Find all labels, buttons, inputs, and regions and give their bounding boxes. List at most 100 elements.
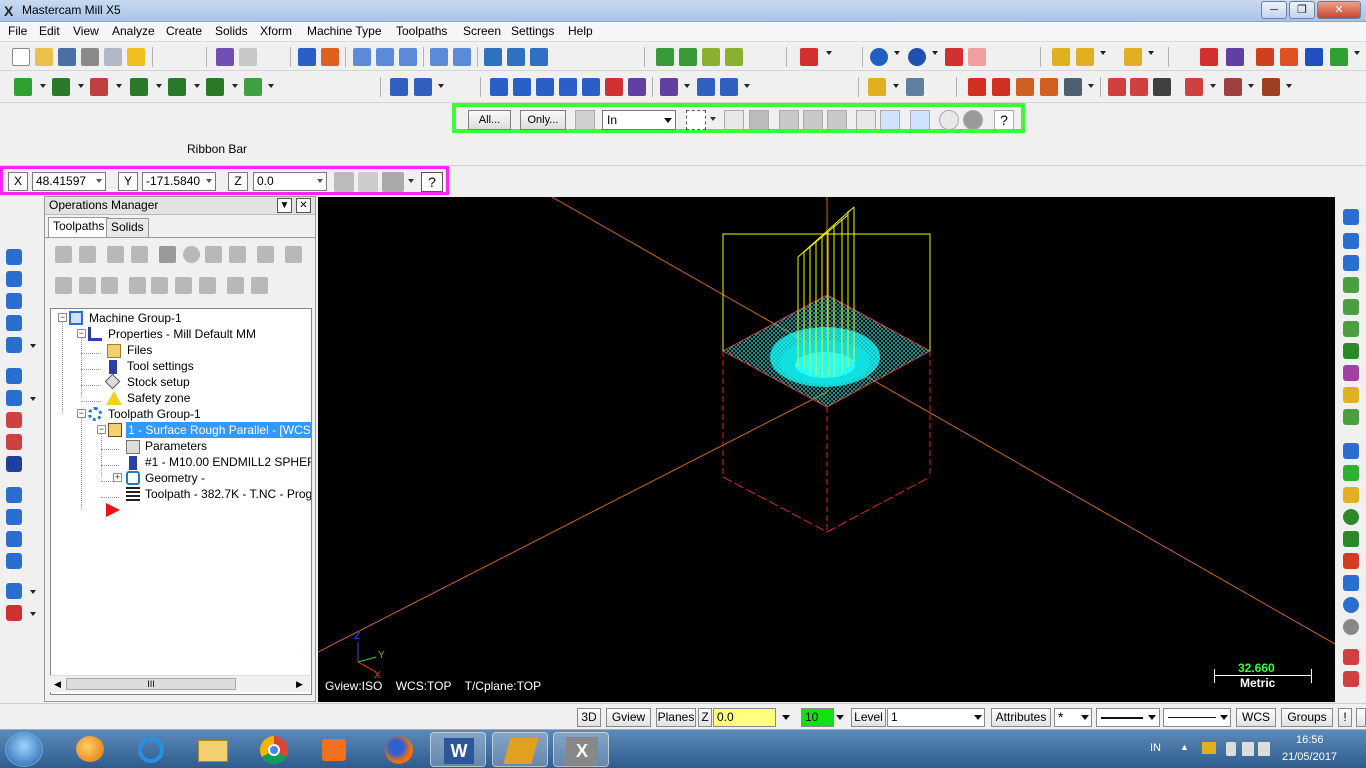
chevron-down-icon[interactable] [40, 84, 46, 88]
menu-machine-type[interactable]: Machine Type [305, 24, 384, 38]
selection-mode-select[interactable]: In [602, 110, 676, 130]
align-icon[interactable] [6, 553, 22, 569]
chevron-down-icon[interactable] [30, 590, 36, 594]
toggle-posting-icon[interactable] [101, 277, 118, 294]
print-preview-icon[interactable] [104, 48, 122, 66]
measure-icon[interactable] [1124, 48, 1142, 66]
face-icon[interactable] [1064, 78, 1082, 96]
sphere-icon[interactable] [908, 48, 926, 66]
fit-icon[interactable] [298, 48, 316, 66]
chevron-down-icon[interactable] [1354, 51, 1360, 55]
new-file-icon[interactable] [12, 48, 30, 66]
chevron-down-icon[interactable] [893, 84, 899, 88]
verify-icon[interactable] [1130, 78, 1148, 96]
move-down-ops-icon[interactable] [129, 277, 146, 294]
menu-view[interactable]: View [71, 24, 101, 38]
toggle-display-icon[interactable] [79, 277, 96, 294]
zoom-selected-icon[interactable] [453, 48, 471, 66]
menu-settings[interactable]: Settings [509, 24, 556, 38]
layout-icon[interactable] [6, 487, 22, 503]
simulation-icon[interactable] [1224, 78, 1242, 96]
lock-icon[interactable] [55, 277, 72, 294]
chain-select-icon[interactable] [1343, 443, 1359, 459]
tree-tool[interactable]: #1 - M10.00 ENDMILL2 SPHERE - [145, 454, 311, 470]
edge-select-icon[interactable] [779, 110, 799, 130]
delete-ops-icon[interactable] [257, 246, 274, 263]
body-select-icon[interactable] [827, 110, 847, 130]
select-only-button[interactable]: Only... [520, 110, 566, 130]
blank-icon[interactable] [530, 48, 548, 66]
clear-icon[interactable] [127, 48, 145, 66]
level-button[interactable]: Level [851, 708, 886, 727]
z-coordinate-label[interactable]: Z [228, 172, 248, 191]
clock-date[interactable]: 21/05/2017 [1282, 751, 1337, 763]
x-coordinate-label[interactable]: X [8, 172, 28, 191]
grid-solid-icon[interactable] [6, 509, 22, 525]
solid-select-icon[interactable] [749, 110, 769, 130]
firefox-icon[interactable] [370, 732, 426, 767]
undo-icon[interactable] [216, 48, 234, 66]
chevron-down-icon[interactable] [684, 84, 690, 88]
cplane-icon[interactable] [800, 48, 818, 66]
select-all-button[interactable]: All... [468, 110, 511, 130]
post-icon[interactable] [1185, 78, 1203, 96]
surface-tool-icon[interactable] [1343, 575, 1359, 591]
rectangle-tool-icon[interactable] [1343, 553, 1359, 569]
open-file-icon[interactable] [35, 48, 53, 66]
xform-3d-icon[interactable] [513, 78, 531, 96]
collapse-toggle[interactable]: − [77, 329, 86, 338]
language-indicator[interactable]: IN [1150, 742, 1161, 754]
menu-help[interactable]: Help [566, 24, 595, 38]
menu-analyze[interactable]: Analyze [110, 24, 157, 38]
collapse-toggle[interactable]: − [58, 313, 67, 322]
mastercam-taskbar-icon[interactable]: X [553, 732, 609, 767]
arc-icon[interactable] [90, 78, 108, 96]
chevron-down-icon[interactable] [1148, 715, 1156, 720]
xform-roll-icon[interactable] [660, 78, 678, 96]
view-cube-1-icon[interactable] [656, 48, 674, 66]
save-icon[interactable] [58, 48, 76, 66]
chevron-down-icon[interactable] [826, 51, 832, 55]
verify-selection-icon[interactable] [724, 110, 744, 130]
word-icon[interactable]: W [430, 732, 486, 767]
fillet-icon[interactable] [168, 78, 186, 96]
attributes-button[interactable]: Attributes [991, 708, 1051, 727]
xform-offset-icon[interactable] [605, 78, 623, 96]
attribute-tool-icon[interactable] [1343, 671, 1359, 687]
face-select-icon[interactable] [803, 110, 823, 130]
scroll-right-icon[interactable]: ▶ [296, 679, 303, 690]
chevron-down-icon[interactable] [744, 84, 750, 88]
help-icon[interactable] [1200, 48, 1218, 66]
chevron-down-icon[interactable] [1286, 84, 1292, 88]
zoom-in-icon[interactable] [376, 48, 394, 66]
y-coordinate-input[interactable]: -171.5840 [142, 172, 216, 191]
arc-view-icon[interactable] [6, 293, 22, 309]
toolpath-display-icon[interactable] [227, 277, 244, 294]
menu-file[interactable]: File [6, 24, 29, 38]
level-input[interactable]: 1 [887, 708, 985, 727]
minimize-button[interactable]: ─ [1261, 1, 1287, 19]
z-coordinate-input[interactable]: 0.0 [253, 172, 327, 191]
sum-icon[interactable] [1305, 48, 1323, 66]
winamp-icon[interactable] [492, 732, 548, 767]
unzoom-icon[interactable] [430, 48, 448, 66]
feature-icon[interactable] [6, 531, 22, 547]
tab-solids[interactable]: Solids [106, 218, 149, 237]
chevron-down-icon[interactable] [156, 84, 162, 88]
selection-filter-icon[interactable] [910, 110, 930, 130]
view-cube-4-icon[interactable] [725, 48, 743, 66]
tree-parameters[interactable]: Parameters [145, 438, 207, 454]
help-icon[interactable] [285, 246, 302, 263]
chevron-down-icon[interactable] [1100, 51, 1106, 55]
scroll-left-icon[interactable]: ◀ [54, 679, 61, 690]
expand-toggle[interactable]: + [113, 473, 122, 482]
close-button[interactable]: ✕ [1317, 1, 1361, 19]
shaded-icon[interactable] [945, 48, 963, 66]
tree-stock-setup[interactable]: Stock setup [127, 374, 190, 390]
chevron-down-icon[interactable] [408, 179, 414, 183]
modify-icon[interactable] [390, 78, 408, 96]
tree-toolpath[interactable]: Toolpath - 382.7K - T.NC - Progra [145, 486, 311, 502]
insert-arrow-icon[interactable] [106, 503, 120, 517]
z-depth-input[interactable]: 0.0 [713, 708, 776, 727]
pidgin-icon[interactable] [62, 732, 118, 767]
